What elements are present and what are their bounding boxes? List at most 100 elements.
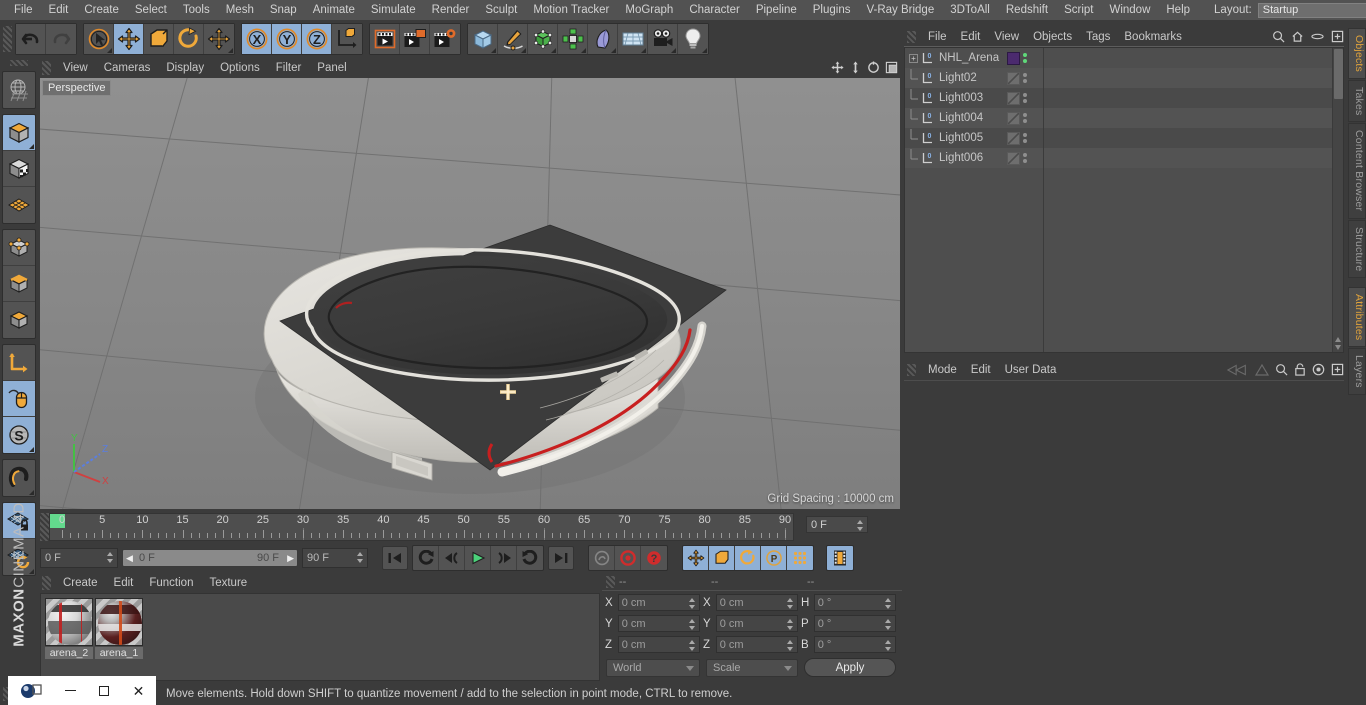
- object-menu-bookmarks[interactable]: Bookmarks: [1117, 28, 1189, 46]
- object-row[interactable]: 0 Light005: [905, 128, 1343, 148]
- step-back-button[interactable]: [439, 546, 465, 570]
- position-field-y[interactable]: 0 cm: [617, 615, 700, 632]
- world-axis-button[interactable]: [332, 24, 362, 54]
- material-grip[interactable]: [42, 576, 51, 590]
- object-tag-cell[interactable]: [1007, 48, 1043, 68]
- attribute-menu-user-data[interactable]: User Data: [998, 361, 1064, 379]
- polygons-mode-button[interactable]: [3, 302, 35, 338]
- menu-sculpt[interactable]: Sculpt: [477, 0, 525, 20]
- animation-mode-button[interactable]: [827, 546, 853, 570]
- add-light-button[interactable]: [678, 24, 708, 54]
- cinema4d-icon[interactable]: [20, 682, 42, 700]
- add-cube-button[interactable]: [468, 24, 498, 54]
- position-key-button[interactable]: [683, 546, 709, 570]
- size-field-x-spinner[interactable]: [787, 598, 794, 609]
- start-frame-field[interactable]: 0 F: [40, 548, 118, 568]
- attribute-menu-edit[interactable]: Edit: [964, 361, 998, 379]
- viewport-menu-display[interactable]: Display: [158, 58, 212, 78]
- disabled-tag-icon[interactable]: [1007, 131, 1020, 145]
- object-row[interactable]: 0 Light004: [905, 108, 1343, 128]
- viewport-menu-cameras[interactable]: Cameras: [96, 58, 159, 78]
- position-field-x[interactable]: 0 cm: [617, 594, 700, 611]
- object-row[interactable]: +0 NHL_Arena: [905, 48, 1343, 68]
- viewport-canvas[interactable]: Perspective Y X Z Grid Spacing: 10000 c…: [40, 78, 900, 509]
- current-frame-spinner[interactable]: [857, 520, 864, 531]
- add-camera-button[interactable]: [648, 24, 678, 54]
- visibility-dots[interactable]: [1023, 153, 1027, 163]
- disabled-tag-icon[interactable]: [1007, 151, 1020, 165]
- live-selection-button[interactable]: [84, 24, 114, 54]
- menu-pipeline[interactable]: Pipeline: [748, 0, 805, 20]
- end-frame-spinner[interactable]: [357, 552, 364, 563]
- scroll-down-arrow-icon[interactable]: [1335, 345, 1341, 350]
- rotation-field-b-spinner[interactable]: [885, 640, 892, 651]
- point-level-animation-button[interactable]: [787, 546, 813, 570]
- object-menu-view[interactable]: View: [987, 28, 1026, 46]
- coordinate-mode-dropdown[interactable]: Scale: [706, 658, 798, 677]
- expand-toggle-icon[interactable]: +: [909, 53, 918, 63]
- range-right-arrow-icon[interactable]: ▶: [287, 553, 294, 564]
- material-menu-edit[interactable]: Edit: [106, 573, 142, 593]
- position-field-z[interactable]: 0 cm: [617, 636, 700, 653]
- object-tag-cell[interactable]: [1007, 148, 1043, 168]
- minimize-icon[interactable]: [64, 690, 76, 691]
- step-forward-button[interactable]: [491, 546, 517, 570]
- preview-range-bar[interactable]: ◀ 0 F 90 F ▶: [122, 549, 298, 567]
- pan-view-icon[interactable]: [831, 61, 844, 74]
- render-to-picture-viewer-button[interactable]: [400, 24, 430, 54]
- object-menu-objects[interactable]: Objects: [1026, 28, 1079, 46]
- menu-animate[interactable]: Animate: [305, 0, 363, 20]
- object-tree[interactable]: +0 NHL_Arena 0 Light02 0 Light003 0 Light004 0 Li…: [904, 47, 1344, 353]
- add-scene-button[interactable]: [618, 24, 648, 54]
- timeline-ruler[interactable]: 0 5 10 15 20 25 30 35 40 45 50 55 60 65 70 75 80 85 90: [49, 513, 794, 541]
- visibility-dots[interactable]: [1023, 93, 1027, 103]
- object-row[interactable]: 0 Light02: [905, 68, 1343, 88]
- rotation-field-h[interactable]: 0 °: [813, 594, 896, 611]
- menu-mesh[interactable]: Mesh: [218, 0, 262, 20]
- current-frame-field[interactable]: 0 F: [806, 516, 868, 533]
- points-mode-button[interactable]: [3, 230, 35, 266]
- scale-key-button[interactable]: [709, 546, 735, 570]
- viewport-menu-options[interactable]: Options: [212, 58, 268, 78]
- material-menu-texture[interactable]: Texture: [201, 573, 255, 593]
- material-menu-create[interactable]: Create: [55, 573, 106, 593]
- maximize-view-icon[interactable]: [885, 61, 898, 74]
- side-tab-objects[interactable]: Objects: [1348, 28, 1366, 79]
- menu-render[interactable]: Render: [424, 0, 478, 20]
- material-item[interactable]: arena_1: [95, 598, 143, 659]
- size-field-x[interactable]: 0 cm: [715, 594, 798, 611]
- maximize-icon[interactable]: [99, 685, 110, 696]
- search-icon[interactable]: [1275, 363, 1288, 376]
- object-manager-scrollbar[interactable]: [1332, 48, 1343, 352]
- zoom-view-icon[interactable]: [849, 61, 862, 74]
- redo-button[interactable]: [46, 24, 76, 54]
- mouse-button[interactable]: [3, 381, 35, 417]
- material-menu-function[interactable]: Function: [141, 573, 201, 593]
- viewport-menu-filter[interactable]: Filter: [268, 58, 310, 78]
- menu-v-ray-bridge[interactable]: V-Ray Bridge: [858, 0, 942, 20]
- layout-dropdown[interactable]: Startup: [1257, 2, 1366, 18]
- previous-key-button[interactable]: [413, 546, 439, 570]
- add-deformer-button[interactable]: [588, 24, 618, 54]
- object-menu-tags[interactable]: Tags: [1079, 28, 1117, 46]
- timeline-grip[interactable]: [40, 513, 49, 541]
- visibility-dots[interactable]: [1023, 133, 1027, 143]
- history-forward-icon[interactable]: [1255, 363, 1269, 376]
- disabled-tag-icon[interactable]: [1007, 111, 1020, 125]
- visibility-dots[interactable]: [1023, 53, 1027, 63]
- menu-plugins[interactable]: Plugins: [805, 0, 859, 20]
- texture-mode-button[interactable]: [3, 151, 35, 187]
- object-menu-file[interactable]: File: [921, 28, 954, 46]
- menu-select[interactable]: Select: [127, 0, 175, 20]
- next-key-button[interactable]: [517, 546, 543, 570]
- disabled-tag-icon[interactable]: [1007, 91, 1020, 105]
- object-tag-cell[interactable]: [1007, 68, 1043, 88]
- left-toolbar-grip[interactable]: [10, 60, 28, 66]
- side-tab-structure[interactable]: Structure: [1348, 219, 1366, 279]
- menu-character[interactable]: Character: [681, 0, 748, 20]
- add-tab-icon[interactable]: [1331, 363, 1344, 376]
- material-thumbnail[interactable]: [95, 598, 143, 646]
- position-field-x-spinner[interactable]: [689, 598, 696, 609]
- attribute-grip[interactable]: [907, 364, 916, 376]
- rotation-field-b[interactable]: 0 °: [813, 636, 896, 653]
